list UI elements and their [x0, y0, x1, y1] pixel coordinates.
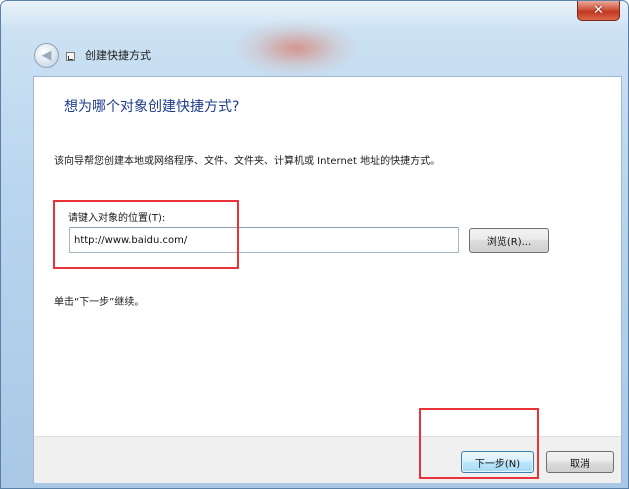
continue-hint: 单击“下一步”继续。: [54, 297, 145, 308]
page-heading: 想为哪个对象创建快捷方式?: [64, 99, 240, 115]
wizard-content-panel: 想为哪个对象创建快捷方式? 该向导帮您创建本地或网络程序、文件、文件夹、计算机或…: [33, 76, 622, 436]
wizard-footer: 下一步(N) 取消: [33, 436, 622, 483]
title-bar-glow: [231, 19, 361, 77]
create-shortcut-window: ✕ ◀ 创建快捷方式 想为哪个对象创建快捷方式? 该向导帮您创建本地或网络程序、…: [0, 0, 629, 489]
close-button[interactable]: ✕: [577, 1, 620, 21]
close-icon: ✕: [593, 3, 604, 18]
back-arrow-icon: ◀: [41, 48, 52, 63]
browse-button[interactable]: 浏览(R)...: [469, 228, 549, 253]
location-input[interactable]: [69, 227, 459, 253]
location-label: 请键入对象的位置(T):: [68, 213, 166, 224]
page-description: 该向导帮您创建本地或网络程序、文件、文件夹、计算机或 Internet 地址的快…: [54, 156, 441, 167]
back-button[interactable]: ◀: [34, 43, 59, 68]
window-title: 创建快捷方式: [85, 49, 151, 62]
next-button[interactable]: 下一步(N): [461, 451, 534, 473]
shortcut-wizard-icon: [66, 52, 75, 61]
cancel-button[interactable]: 取消: [546, 451, 614, 473]
